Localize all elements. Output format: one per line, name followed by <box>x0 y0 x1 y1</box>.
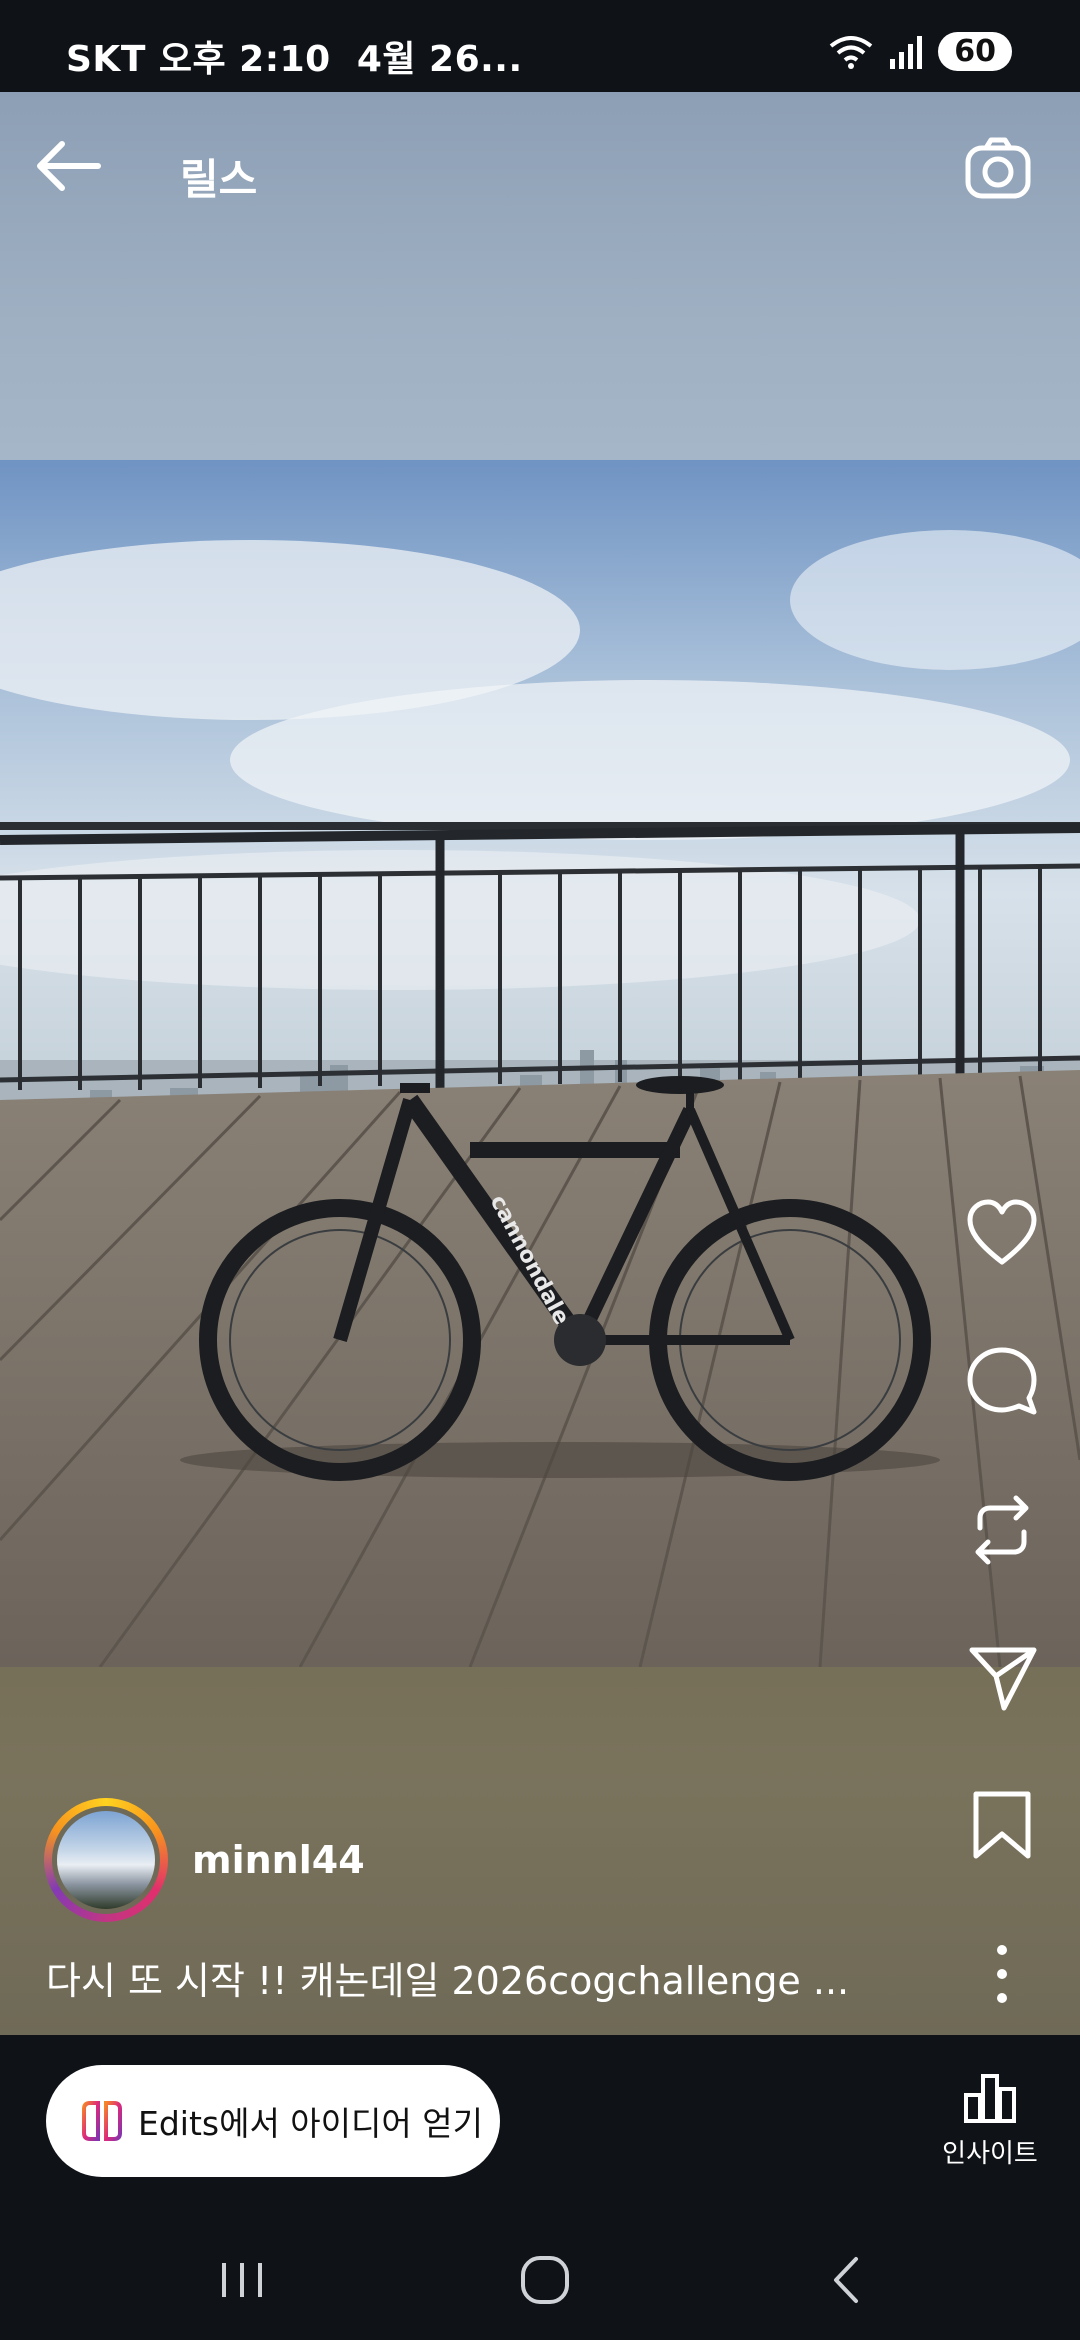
edits-ideas-button[interactable]: Edits에서 아이디어 얻기 <box>46 2065 500 2177</box>
avatar-story-ring[interactable] <box>44 1798 168 1922</box>
insights-label: 인사이트 <box>942 2139 1038 2169</box>
bike-photo: cannondale <box>0 460 1080 1667</box>
signal-icon <box>890 35 923 69</box>
repost-icon[interactable] <box>966 1494 1038 1566</box>
heart-icon[interactable] <box>966 1198 1038 1270</box>
wifi-icon <box>830 35 873 69</box>
insights-button[interactable]: 인사이트 <box>930 2073 1050 2170</box>
camera-icon[interactable] <box>964 136 1032 200</box>
avatar <box>52 1806 160 1914</box>
caption[interactable]: 다시 또 시작 !! 캐논데일 2026cogchallenge ... <box>46 1950 849 2005</box>
author-row[interactable]: minnl44 <box>44 1798 365 1922</box>
reel-video[interactable]: cannondale <box>0 92 1080 2035</box>
carrier-time: SKT 오후 2:10 <box>66 39 331 80</box>
back-arrow-button[interactable] <box>34 138 104 194</box>
bar-chart-icon <box>964 2074 1016 2123</box>
status-date: 4월 26... <box>356 39 523 80</box>
comment-icon[interactable] <box>966 1346 1038 1418</box>
status-bar: SKT 오후 2:10 4월 26... 60 <box>0 0 1080 92</box>
battery-icon: 60 <box>938 32 1012 71</box>
bookmark-icon[interactable] <box>966 1790 1038 1862</box>
system-nav-bar <box>0 2215 1080 2340</box>
send-icon[interactable] <box>966 1642 1038 1714</box>
edits-label: Edits에서 아이디어 얻기 <box>138 2104 483 2143</box>
reel-photo: cannondale <box>0 460 1080 1667</box>
bottom-bar: Edits에서 아이디어 얻기 인사이트 <box>0 2035 1080 2215</box>
status-left: SKT 오후 2:10 4월 26... <box>66 30 523 82</box>
edits-logo-icon <box>82 2101 122 2141</box>
more-vertical-icon[interactable] <box>966 1938 1038 2010</box>
home-icon[interactable] <box>505 2245 585 2315</box>
status-right: 60 <box>828 32 1012 71</box>
page-title: 릴스 <box>180 155 258 204</box>
top-bar: 릴스 <box>0 92 1080 252</box>
back-chevron-icon[interactable] <box>808 2245 888 2315</box>
recent-apps-icon[interactable] <box>202 2245 282 2315</box>
username[interactable]: minnl44 <box>192 1838 365 1882</box>
